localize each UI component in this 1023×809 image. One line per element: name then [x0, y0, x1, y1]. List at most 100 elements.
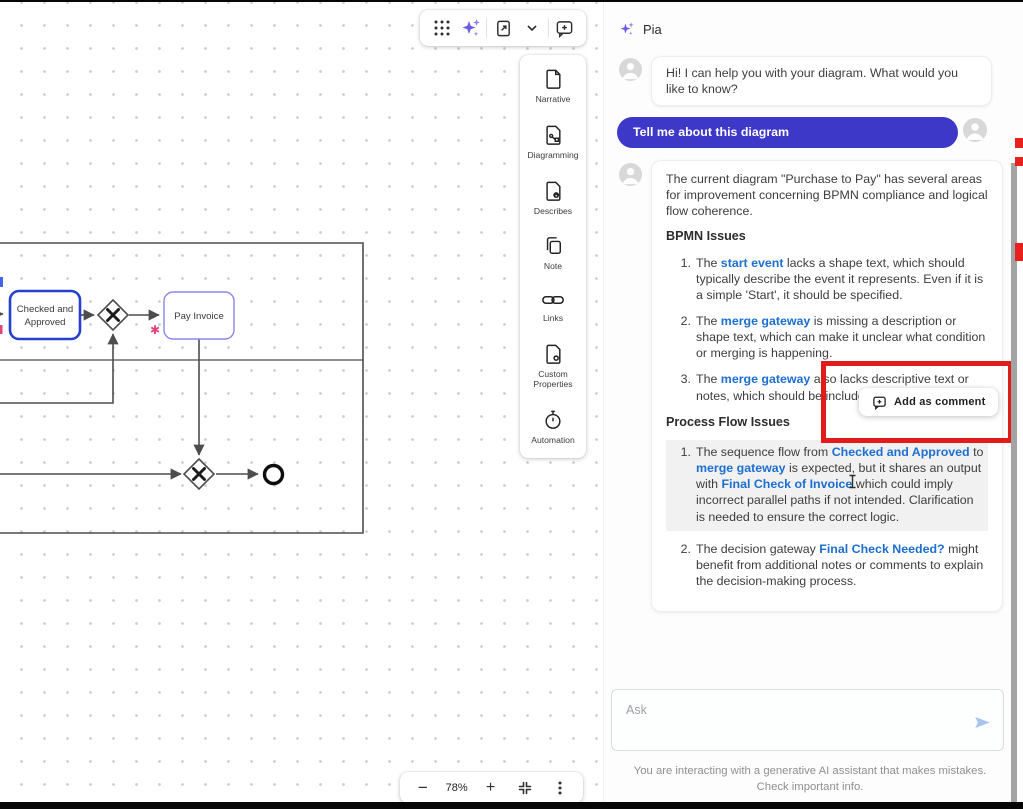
user-message-text: Tell me about this diagram: [633, 124, 789, 140]
sidebar-item-label: Automation: [531, 435, 574, 446]
sidebar-item-label: Describes: [534, 206, 572, 217]
issue-number: 3.: [666, 371, 696, 403]
issue-text: The start event lacks a shape text, whic…: [696, 255, 988, 303]
task-pay-invoice[interactable]: Pay Invoice: [164, 292, 234, 339]
issue-number: 2.: [666, 313, 696, 361]
user-message: Tell me about this diagram: [617, 117, 958, 148]
exclusive-gateway-2[interactable]: [184, 459, 214, 489]
more-options-icon[interactable]: [548, 776, 572, 800]
issue-number: 1.: [666, 255, 696, 303]
diagram-element-link[interactable]: Final Check of Invoice: [721, 477, 852, 491]
issue-text: The decision gateway Final Check Needed?…: [696, 541, 988, 589]
diagram-element-link[interactable]: merge gateway: [696, 461, 786, 475]
end-event[interactable]: [265, 466, 283, 484]
disclaimer-line-1: You are interacting with a generative AI…: [611, 764, 1009, 780]
issue-text-segment: The: [696, 256, 721, 270]
ai-disclaimer: You are interacting with a generative AI…: [611, 764, 1009, 796]
task-checked-and-approved[interactable]: Checked and Approved: [10, 291, 80, 339]
letterbox-bottom: [0, 802, 1023, 809]
add-as-comment-button[interactable]: Add as comment: [859, 388, 998, 416]
side-toolbar: Narrative Diagramming Des: [520, 55, 586, 458]
sidebar-item-links[interactable]: Links: [524, 291, 582, 324]
ai-sparkles-icon[interactable]: [458, 15, 484, 41]
sidebar-item-describes[interactable]: Describes: [524, 180, 582, 217]
app-screen: Checked and Approved Pay Invoice: [0, 0, 1023, 809]
zoom-level[interactable]: 78%: [446, 782, 468, 794]
assistant-message: Hi! I can help you with your diagram. Wh…: [651, 56, 992, 106]
sidebar-item-automation[interactable]: Automation: [524, 409, 582, 446]
issue-item: 2.The merge gateway is missing a descrip…: [666, 313, 988, 361]
svg-text:Pay Invoice: Pay Invoice: [174, 311, 224, 322]
text-cursor: [847, 474, 858, 489]
issue-text: The sequence flow from Checked and Appro…: [696, 444, 984, 525]
grid-dots-icon[interactable]: [429, 15, 455, 41]
sidebar-item-label: Custom Properties: [524, 369, 582, 390]
ask-input[interactable]: [612, 690, 1003, 750]
toolbar-divider: [548, 18, 549, 38]
svg-text:Approved: Approved: [24, 317, 65, 328]
edge-annotation-mark: [1015, 157, 1023, 166]
flow-up-into-gateway[interactable]: [0, 334, 113, 403]
ai-sparkles-icon: [618, 20, 636, 38]
sidebar-item-label: Note: [544, 261, 562, 272]
chevron-down-icon[interactable]: [519, 15, 545, 41]
letterbox-top: [0, 0, 1023, 2]
document-export-icon[interactable]: [490, 15, 516, 41]
ai-chat-panel: Pia Hi! I can help you with your diagram…: [603, 0, 1023, 809]
issue-text-segment: The sequence flow from: [696, 445, 832, 459]
issue-item: 1.The start event lacks a shape text, wh…: [666, 255, 988, 303]
chat-header: Pia: [618, 20, 662, 38]
send-icon[interactable]: [974, 715, 991, 730]
issue-text-segment: The: [696, 314, 721, 328]
issue-number: 2.: [666, 541, 696, 589]
offscreen-pink-fragment: [0, 325, 3, 334]
document-icon: [543, 68, 563, 90]
toolbar-divider: [486, 18, 487, 38]
sidebar-item-label: Narrative: [536, 94, 571, 105]
process-frame[interactable]: [0, 243, 363, 533]
validation-marker-icon: ✱: [150, 323, 160, 337]
zoom-bar: − 78% +: [400, 772, 583, 803]
assistant-name: Pia: [643, 22, 662, 37]
zoom-out-button[interactable]: −: [411, 776, 435, 800]
issue-text-segment: The decision gateway: [696, 542, 819, 556]
assistant-analysis-message: The current diagram "Purchase to Pay" ha…: [651, 160, 1003, 612]
section-heading: BPMN Issues: [666, 228, 988, 244]
sidebar-item-custom-properties[interactable]: Custom Properties: [524, 343, 582, 390]
diagram-canvas[interactable]: Checked and Approved Pay Invoice: [0, 0, 603, 809]
fit-to-screen-icon[interactable]: [513, 776, 537, 800]
sidebar-item-note[interactable]: Note: [524, 235, 582, 272]
offscreen-blue-fragment: [0, 277, 3, 287]
add-as-comment-label: Add as comment: [894, 396, 985, 408]
sidebar-item-label: Diagramming: [527, 150, 578, 161]
sidebar-item-label: Links: [543, 313, 563, 324]
assistant-message-text: Hi! I can help you with your diagram. Wh…: [666, 66, 958, 96]
assistant-avatar: [619, 58, 642, 81]
user-avatar: [963, 118, 987, 142]
diagram-element-link[interactable]: merge gateway: [721, 314, 811, 328]
edge-annotation-mark: [1015, 138, 1023, 148]
zoom-in-button[interactable]: +: [479, 776, 503, 800]
diagram-element-link[interactable]: merge gateway: [721, 372, 811, 386]
sidebar-item-narrative[interactable]: Narrative: [524, 68, 582, 105]
section-heading: Process Flow Issues: [666, 414, 988, 430]
document-gear-icon: [543, 343, 563, 365]
exclusive-gateway-1[interactable]: [98, 300, 128, 330]
issue-text-segment: to: [970, 445, 984, 459]
disclaimer-line-2: Check important info.: [611, 780, 1009, 796]
assistant-avatar: [619, 163, 642, 186]
diagram-element-link[interactable]: Checked and Approved: [832, 445, 970, 459]
issue-text: The merge gateway is missing a descripti…: [696, 313, 988, 361]
issue-item: 2.The decision gateway Final Check Neede…: [666, 541, 988, 589]
diagram-element-link[interactable]: start event: [721, 256, 784, 270]
diagram-element-link[interactable]: Final Check Needed?: [819, 542, 944, 556]
edge-annotation-mark: [1015, 243, 1023, 261]
comment-plus-icon[interactable]: [551, 15, 577, 41]
top-toolbar: [420, 10, 586, 46]
chain-link-icon: [541, 291, 565, 309]
document-info-icon: [543, 180, 563, 202]
issue-text-segment: The: [696, 372, 721, 386]
comment-plus-icon: [872, 395, 887, 410]
issue-item: 1.The sequence flow from Checked and App…: [666, 440, 988, 531]
sidebar-item-diagramming[interactable]: Diagramming: [524, 124, 582, 161]
